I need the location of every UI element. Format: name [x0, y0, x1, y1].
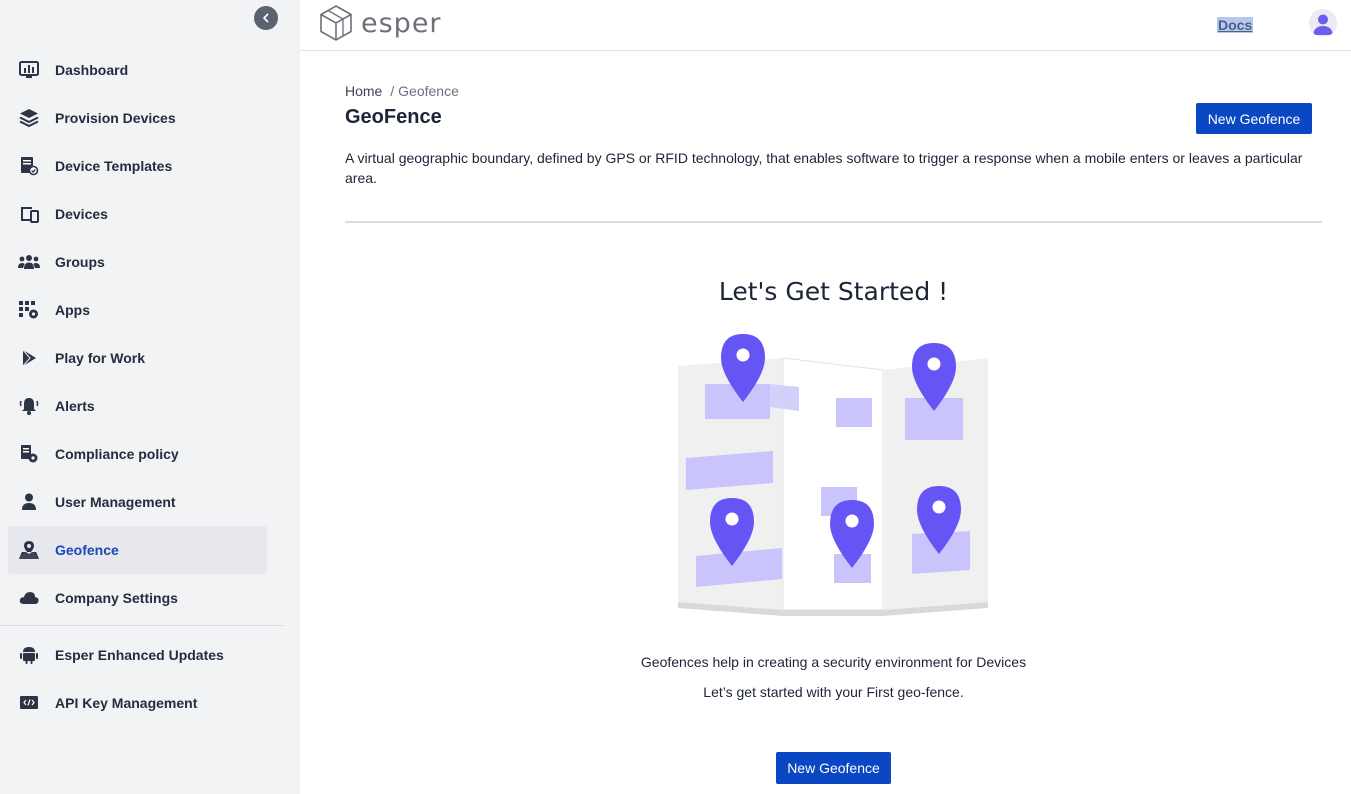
- sidebar-item-esper-enhanced-updates[interactable]: Esper Enhanced Updates: [8, 631, 267, 679]
- empty-state-line-2: Let’s get started with your First geo-fe…: [703, 684, 964, 700]
- sidebar-item-provision-devices[interactable]: Provision Devices: [8, 94, 267, 142]
- sidebar: Dashboard Provision Devices Device Templ…: [0, 0, 300, 794]
- sidebar-item-play-for-work[interactable]: Play for Work: [8, 334, 267, 382]
- sidebar-item-label: Devices: [55, 206, 108, 222]
- sidebar-item-label: Device Templates: [55, 158, 173, 174]
- sidebar-item-label: Apps: [55, 302, 90, 318]
- sidebar-item-dashboard[interactable]: Dashboard: [8, 46, 267, 94]
- esper-logo[interactable]: esper: [319, 4, 442, 42]
- sidebar-nav: Dashboard Provision Devices Device Templ…: [8, 46, 267, 622]
- sidebar-item-compliance-policy[interactable]: Compliance policy: [8, 430, 267, 478]
- groups-icon: [18, 251, 40, 273]
- user-icon: [18, 491, 40, 513]
- avatar[interactable]: [1309, 9, 1337, 37]
- empty-state-line-1: Geofences help in creating a security en…: [640, 654, 1027, 670]
- collapse-sidebar-button[interactable]: [254, 6, 278, 30]
- sidebar-item-label: User Management: [55, 494, 176, 510]
- user-avatar-icon: [1313, 14, 1333, 35]
- sidebar-item-label: Geofence: [55, 542, 119, 558]
- geofence-icon: [18, 539, 40, 561]
- sidebar-item-label: Alerts: [55, 398, 95, 414]
- android-icon: [18, 644, 40, 666]
- sidebar-item-label: Play for Work: [55, 350, 145, 366]
- sidebar-item-geofence[interactable]: Geofence: [8, 526, 267, 574]
- breadcrumb-home-link[interactable]: Home: [345, 83, 382, 99]
- sidebar-item-apps[interactable]: Apps: [8, 286, 267, 334]
- sidebar-item-devices[interactable]: Devices: [8, 190, 267, 238]
- play-icon: [18, 347, 40, 369]
- sidebar-item-label: Company Settings: [55, 590, 178, 606]
- logo-text: esper: [361, 7, 442, 39]
- template-icon: [18, 155, 40, 177]
- sidebar-item-company-settings[interactable]: Company Settings: [8, 574, 267, 622]
- sidebar-divider: [0, 625, 283, 626]
- section-divider: [345, 221, 1322, 223]
- cloud-icon: [18, 587, 40, 609]
- sidebar-item-label: Groups: [55, 254, 105, 270]
- new-geofence-button[interactable]: New Geofence: [1196, 103, 1312, 134]
- sidebar-secondary-nav: Esper Enhanced Updates API Key Managemen…: [8, 631, 267, 727]
- chevron-left-icon: [263, 13, 269, 23]
- top-header: esper Docs: [300, 0, 1351, 51]
- map-illustration: [678, 334, 988, 616]
- new-geofence-button-bottom[interactable]: New Geofence: [776, 752, 891, 784]
- compliance-icon: [18, 443, 40, 465]
- devices-icon: [18, 203, 40, 225]
- docs-link[interactable]: Docs: [1217, 17, 1254, 33]
- provision-icon: [18, 107, 40, 129]
- breadcrumb-current: / Geofence: [390, 83, 459, 99]
- sidebar-item-label: Provision Devices: [55, 110, 176, 126]
- sidebar-item-device-templates[interactable]: Device Templates: [8, 142, 267, 190]
- sidebar-item-label: Compliance policy: [55, 446, 179, 462]
- page-description: A virtual geographic boundary, defined b…: [345, 150, 1303, 186]
- sidebar-item-label: Esper Enhanced Updates: [55, 647, 224, 663]
- empty-state-heading: Let's Get Started !: [718, 277, 949, 306]
- breadcrumb: Home / Geofence: [345, 83, 459, 99]
- sidebar-item-alerts[interactable]: Alerts: [8, 382, 267, 430]
- sidebar-item-label: Dashboard: [55, 62, 129, 78]
- code-icon: [18, 692, 40, 714]
- page-title: GeoFence: [345, 106, 442, 128]
- dashboard-icon: [18, 59, 40, 81]
- sidebar-item-user-management[interactable]: User Management: [8, 478, 267, 526]
- sidebar-item-label: API Key Management: [55, 695, 198, 711]
- esper-cube-icon: [320, 5, 352, 41]
- apps-icon: [18, 299, 40, 321]
- sidebar-item-groups[interactable]: Groups: [8, 238, 267, 286]
- sidebar-item-api-key-management[interactable]: API Key Management: [8, 679, 267, 727]
- bell-icon: [18, 395, 40, 417]
